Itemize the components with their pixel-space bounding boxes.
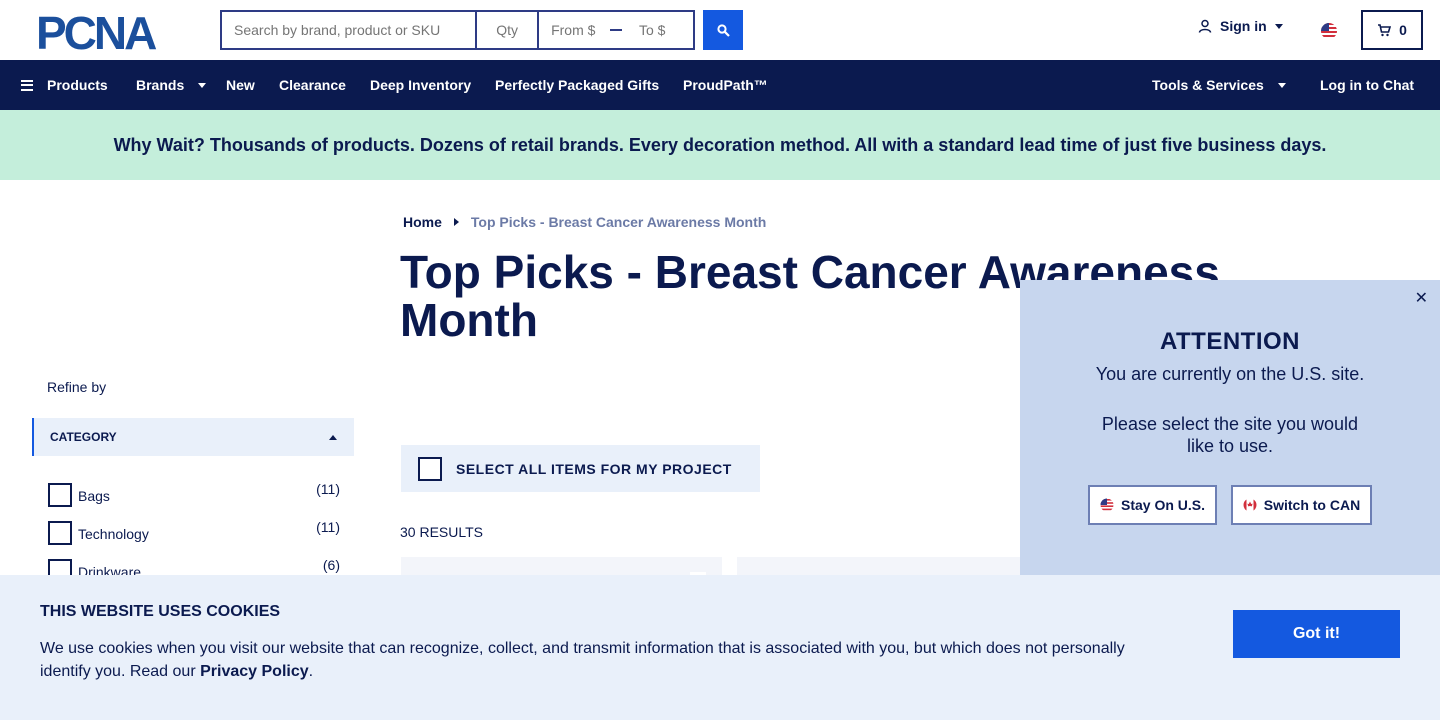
canada-flag-icon [1243, 498, 1257, 512]
chevron-down-icon [198, 82, 207, 88]
chevron-down-icon [1274, 23, 1283, 29]
user-icon [1198, 19, 1212, 33]
stay-us-button[interactable]: Stay On U.S. [1088, 485, 1217, 525]
cookie-message: We use cookies when you visit our websit… [40, 637, 1150, 683]
promo-banner: Why Wait? Thousands of products. Dozens … [0, 110, 1440, 180]
category-label: Bags [78, 488, 110, 504]
category-checkbox[interactable] [48, 521, 72, 545]
nav-clearance[interactable]: Clearance [279, 60, 346, 110]
category-count: (11) [316, 481, 340, 497]
nav-proudpath[interactable]: ProudPath™ [683, 60, 768, 110]
select-all-checkbox[interactable] [418, 456, 442, 481]
nav-gifts-label: Perfectly Packaged Gifts [495, 77, 660, 93]
search-icon [716, 23, 730, 37]
pcna-logo[interactable]: PCNA [36, 12, 184, 50]
accept-cookies-button[interactable]: Got it! [1233, 610, 1400, 658]
us-flag-icon[interactable] [1320, 22, 1338, 40]
nav-tools-services[interactable]: Tools & Services [1152, 60, 1286, 110]
privacy-policy-link[interactable]: Privacy Policy [200, 663, 309, 680]
site-select-popup: ✕ ATTENTION You are currently on the U.S… [1020, 280, 1440, 580]
breadcrumb-home[interactable]: Home [403, 214, 442, 230]
category-count: (6) [322, 557, 340, 573]
popup-title: ATTENTION [1159, 328, 1301, 355]
category-filter-header[interactable]: CATEGORY [32, 418, 354, 456]
promo-text: Why Wait? Thousands of products. Dozens … [113, 134, 1327, 155]
main-nav: Products Brands New Clearance Deep Inven… [0, 60, 1440, 110]
breadcrumb: Home Top Picks - Breast Cancer Awareness… [403, 214, 766, 230]
nav-clearance-label: Clearance [279, 77, 346, 93]
cart-icon [1378, 23, 1392, 36]
cookie-banner: THIS WEBSITE USES COOKIES We use cookies… [0, 575, 1440, 720]
nav-tools-label: Tools & Services [1152, 77, 1264, 93]
logo-text: PCNA [36, 12, 156, 50]
search-input[interactable] [222, 12, 478, 48]
nav-brands[interactable]: Brands [136, 60, 207, 110]
nav-proudpath-label: ProudPath™ [683, 77, 768, 93]
search-button[interactable] [703, 10, 743, 50]
cart-count: 0 [1399, 22, 1407, 38]
category-filter-title: CATEGORY [50, 430, 117, 444]
top-bar: PCNA Sign in [0, 0, 1440, 60]
nav-chat-label: Log in to Chat [1320, 77, 1415, 93]
nav-new[interactable]: New [226, 60, 255, 110]
category-option[interactable]: Technology (11) [48, 519, 340, 545]
cookie-period: . [308, 663, 314, 680]
price-range-dash [605, 12, 627, 48]
search-bar [220, 10, 695, 50]
nav-products-label: Products [47, 77, 108, 93]
nav-products[interactable]: Products [21, 60, 108, 110]
sign-in-label: Sign in [1220, 18, 1267, 34]
price-from-input[interactable] [539, 12, 606, 48]
nav-chat-login[interactable]: Log in to Chat [1320, 60, 1414, 110]
us-flag-icon [1100, 498, 1114, 512]
close-icon[interactable]: ✕ [1415, 288, 1428, 308]
category-option[interactable]: Bags (11) [48, 481, 340, 507]
popup-current-site-text: You are currently on the U.S. site. [1095, 364, 1365, 384]
category-checkbox[interactable] [48, 483, 72, 507]
breadcrumb-current: Top Picks - Breast Cancer Awareness Mont… [470, 214, 767, 230]
results-count: 30 RESULTS [400, 524, 483, 540]
nav-gifts[interactable]: Perfectly Packaged Gifts [495, 60, 659, 110]
switch-can-label: Switch to CAN [1263, 497, 1361, 513]
stay-us-label: Stay On U.S. [1120, 497, 1206, 513]
nav-deep-inventory[interactable]: Deep Inventory [370, 60, 471, 110]
category-label: Technology [78, 526, 149, 542]
popup-select-text: Please select the site you would like to… [1101, 414, 1359, 456]
price-to-input[interactable] [627, 12, 693, 48]
refine-label: Refine by [47, 379, 107, 395]
category-count: (11) [316, 519, 340, 535]
select-all-label: SELECT ALL ITEMS FOR MY PROJECT [456, 460, 732, 477]
nav-brands-label: Brands [136, 77, 185, 93]
nav-new-label: New [226, 77, 255, 93]
cookie-title: THIS WEBSITE USES COOKIES [40, 603, 281, 620]
chevron-right-icon [453, 218, 459, 226]
select-all-button[interactable]: SELECT ALL ITEMS FOR MY PROJECT [401, 445, 760, 492]
qty-input[interactable] [477, 12, 540, 48]
cart-button[interactable]: 0 [1361, 10, 1423, 50]
menu-icon [21, 79, 33, 91]
switch-can-button[interactable]: Switch to CAN [1231, 485, 1372, 525]
chevron-up-icon [329, 435, 337, 440]
nav-deep-inventory-label: Deep Inventory [370, 77, 472, 93]
chevron-down-icon [1277, 82, 1286, 88]
sign-in-menu[interactable]: Sign in [1198, 18, 1283, 34]
